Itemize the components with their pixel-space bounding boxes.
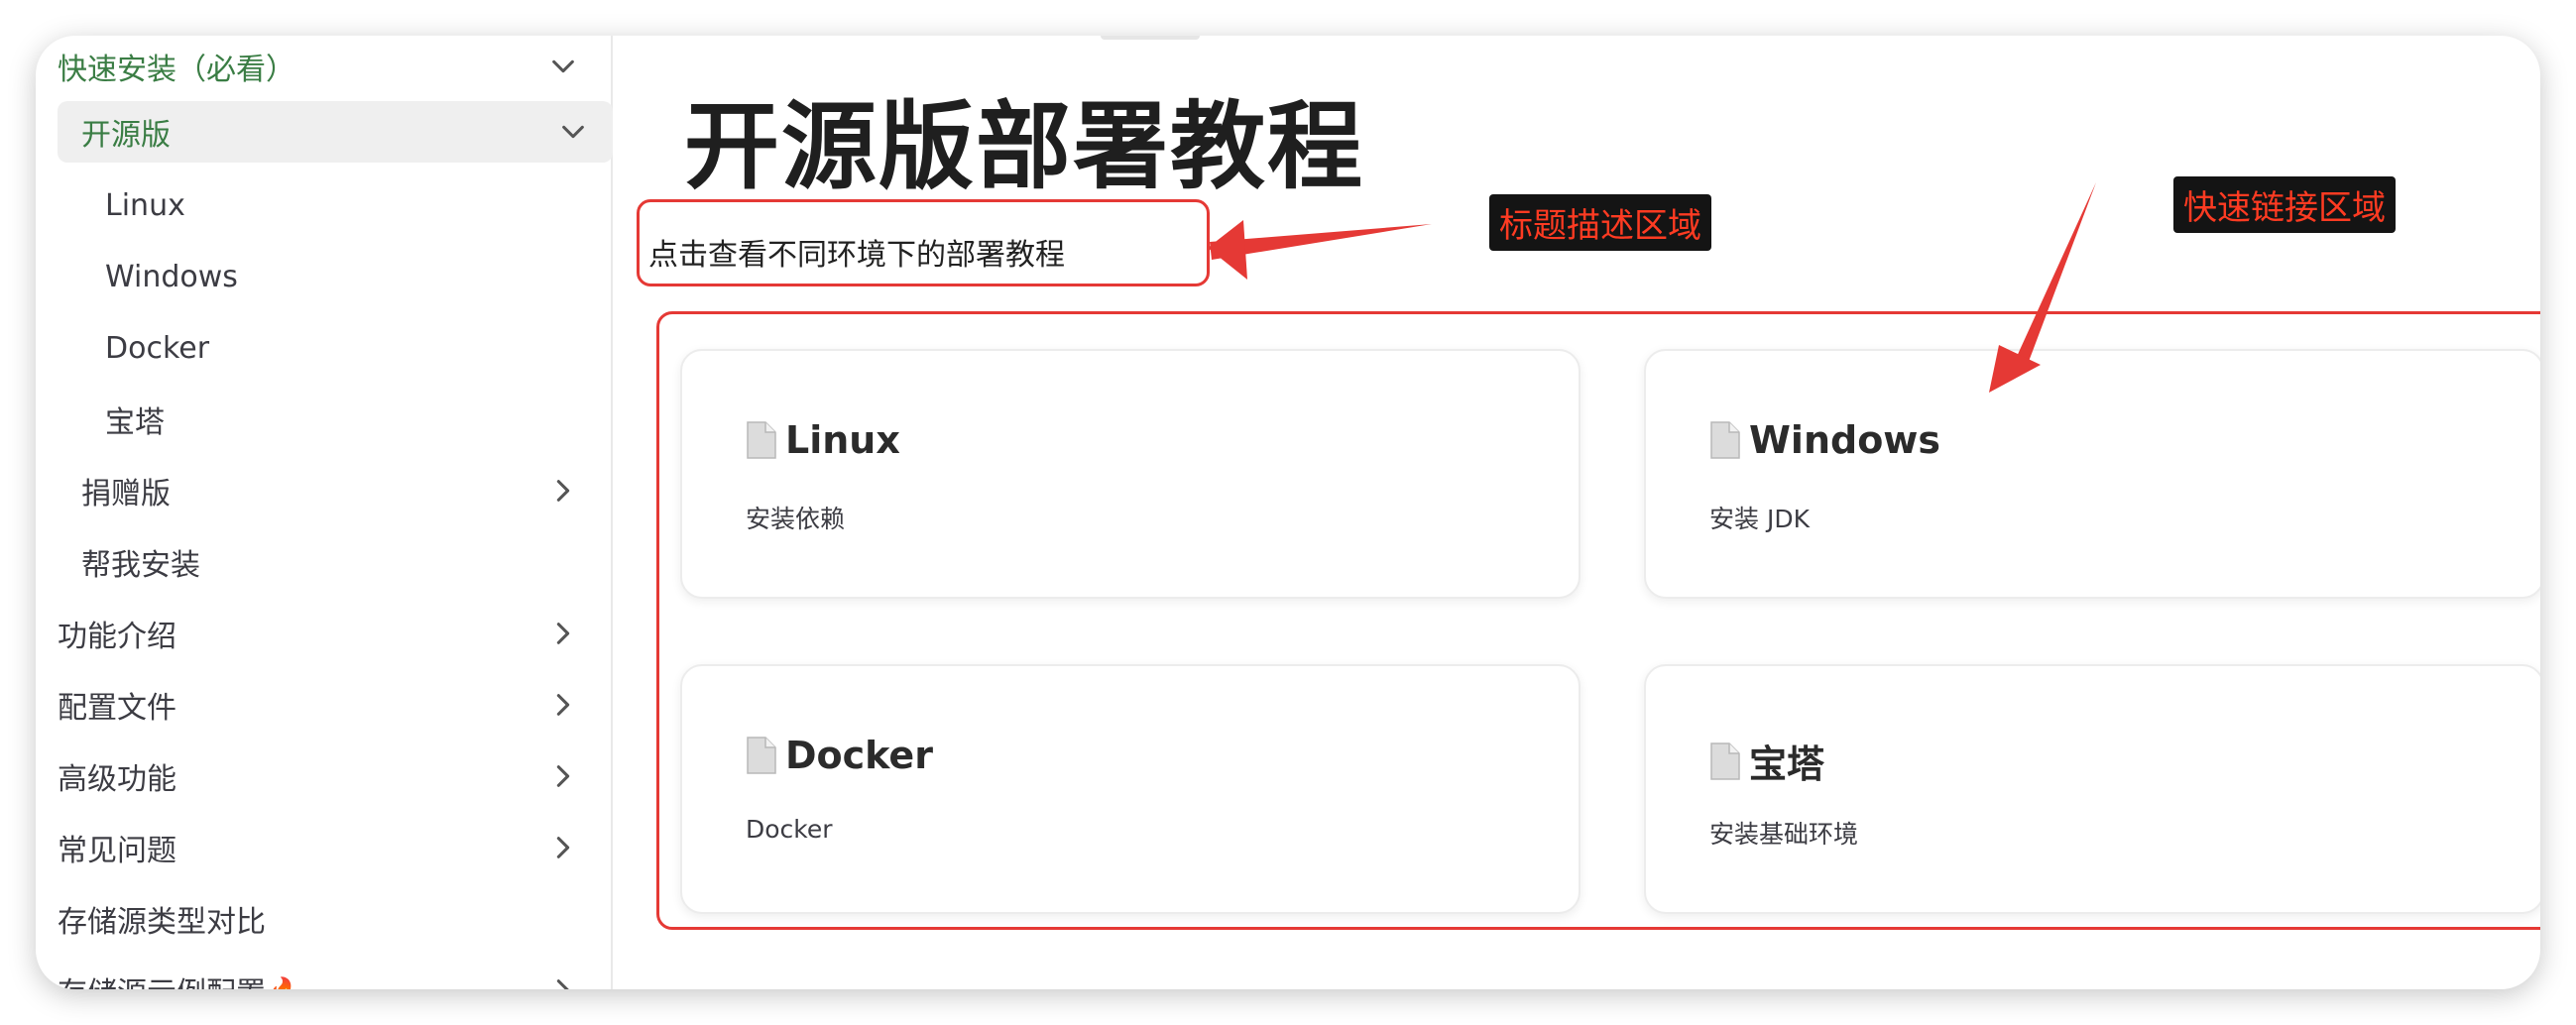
sidebar-item-label: Docker: [105, 330, 210, 366]
chevron-right-icon[interactable]: [543, 970, 583, 989]
sidebar-item-storage-examples[interactable]: 存储源示例配置🔥: [58, 960, 583, 989]
sidebar-item-features[interactable]: 功能介绍: [58, 603, 583, 664]
sidebar-item-label: 配置文件: [58, 691, 176, 726]
chevron-right-icon[interactable]: [543, 828, 583, 867]
card-header: Docker: [746, 734, 933, 777]
chevron-right-icon[interactable]: [543, 756, 583, 796]
card-header: 宝塔: [1709, 734, 1824, 788]
annotation-box-title-desc: [637, 199, 1210, 286]
document-icon: [1710, 421, 1740, 459]
sidebar-item-docker[interactable]: Docker: [105, 317, 581, 379]
chevron-down-icon[interactable]: [553, 112, 593, 152]
chevron-right-icon[interactable]: [543, 685, 583, 725]
sidebar-item-label: 高级功能: [58, 762, 176, 797]
sidebar-item-storage-compare[interactable]: 存储源类型对比: [58, 888, 583, 950]
card-header: Windows: [1709, 418, 1940, 462]
sidebar-item-linux[interactable]: Linux: [105, 174, 581, 236]
sidebar-item-label: 常见问题: [58, 834, 176, 868]
card-description: 安装基础环境: [1709, 820, 1859, 849]
quick-link-card-windows[interactable]: Windows 安装 JDK: [1644, 349, 2540, 599]
card-title: Windows: [1749, 418, 1941, 462]
sidebar-nav: 快速安装（必看） 开源版 Linux Windows Docker 宝塔 捐赠版: [36, 36, 613, 989]
card-header: Linux: [746, 418, 900, 462]
sidebar-item-label: 快速安装（必看）: [58, 53, 295, 87]
quick-link-card-docker[interactable]: Docker Docker: [680, 664, 1581, 914]
sidebar-item-open-source[interactable]: 开源版: [58, 101, 613, 163]
sidebar-item-donation[interactable]: 捐赠版: [58, 460, 583, 521]
card-title: 宝塔: [1749, 742, 1825, 786]
annotation-label-quick-links: 快速链接区域: [2173, 176, 2396, 233]
sidebar-item-label: 存储源类型对比: [58, 905, 266, 940]
sidebar-item-label: Linux: [105, 187, 185, 223]
card-description: 安装依赖: [746, 505, 846, 533]
annotation-label-title-desc: 标题描述区域: [1489, 194, 1711, 251]
sidebar-item-label: 功能介绍: [58, 620, 176, 654]
sidebar-item-baota[interactable]: 宝塔: [105, 389, 581, 450]
chevron-right-icon[interactable]: [543, 471, 583, 511]
sidebar-item-windows[interactable]: Windows: [105, 246, 581, 307]
sidebar-item-config[interactable]: 配置文件: [58, 674, 583, 736]
sidebar-item-label: 帮我安装: [81, 548, 200, 583]
sidebar-item-faq[interactable]: 常见问题: [58, 817, 583, 878]
sidebar-item-quick-install[interactable]: 快速安装（必看）: [58, 36, 583, 97]
sidebar-item-label: 开源版: [81, 118, 171, 153]
sidebar-item-label: 宝塔: [105, 405, 165, 440]
page-title: 开源版部署教程: [684, 91, 1364, 202]
chevron-right-icon[interactable]: [543, 614, 583, 653]
card-title: Linux: [785, 418, 900, 462]
sidebar-item-label: 捐赠版: [81, 477, 171, 512]
sidebar-item-help-install[interactable]: 帮我安装: [58, 531, 583, 593]
document-icon: [1710, 741, 1740, 780]
quick-link-card-baota[interactable]: 宝塔 安装基础环境: [1644, 664, 2540, 914]
sidebar-item-advanced[interactable]: 高级功能: [58, 745, 583, 807]
document-icon: [747, 421, 776, 459]
sidebar-item-label: 存储源示例配置🔥: [58, 968, 543, 989]
card-title: Docker: [785, 734, 933, 777]
card-description: 安装 JDK: [1709, 505, 1810, 533]
chevron-down-icon[interactable]: [543, 47, 583, 86]
card-description: Docker: [746, 815, 833, 844]
browser-window: 快速安装（必看） 开源版 Linux Windows Docker 宝塔 捐赠版: [36, 36, 2540, 989]
document-icon: [747, 737, 776, 774]
sidebar-item-label: Windows: [105, 259, 238, 294]
main-content: 开源版部署教程 点击查看不同环境下的部署教程 Linux 安装依赖 Window…: [613, 36, 2540, 989]
quick-link-card-linux[interactable]: Linux 安装依赖: [680, 349, 1581, 599]
